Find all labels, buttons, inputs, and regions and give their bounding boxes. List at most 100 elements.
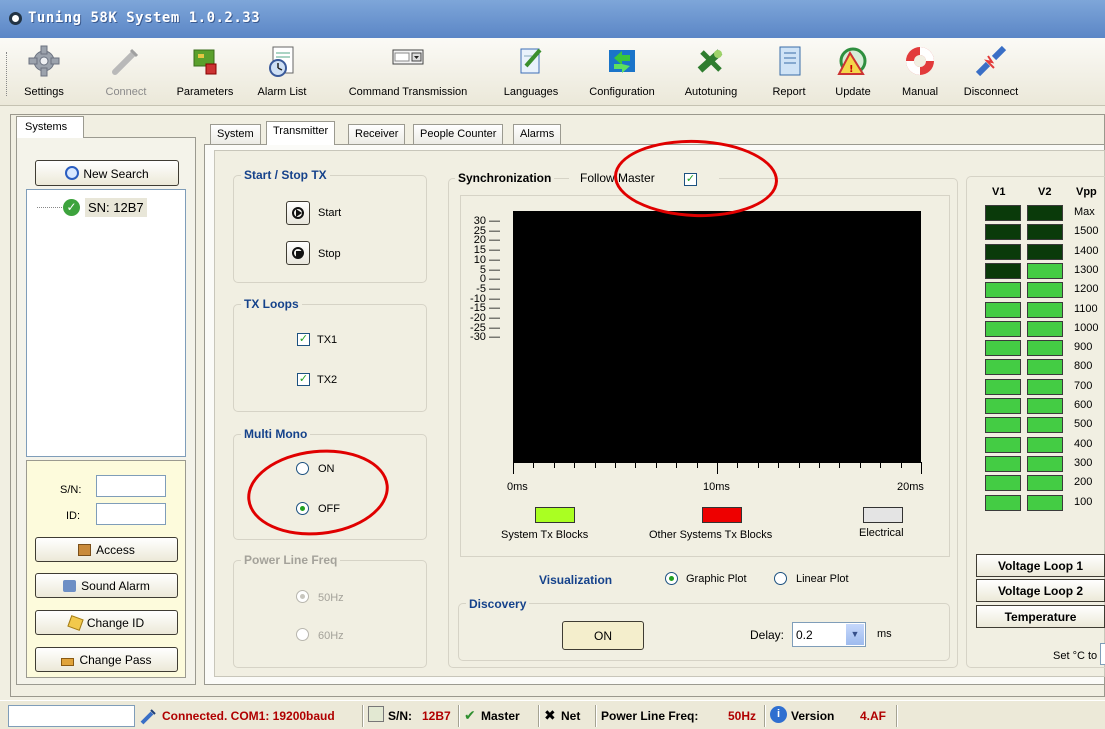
delay-unit: ms [877,628,892,640]
tab-receiver[interactable]: Receiver [348,124,406,144]
status-net: Net [561,709,581,723]
vpp-level-label: 800 [1074,360,1093,373]
stop-button[interactable] [286,241,310,265]
update-icon: ! [837,47,867,75]
status-master: Master [481,709,520,723]
toolbar-grip[interactable] [6,52,9,96]
search-icon [65,166,80,180]
power-60hz-label: 60Hz [318,630,344,642]
lifebuoy-icon [906,47,934,75]
v2-bar-cell [1027,475,1063,492]
v2-bar-cell [1027,262,1063,279]
languages-button[interactable]: Languages [496,44,566,102]
manual-button[interactable]: Manual [894,44,946,102]
tab-alarms[interactable]: Alarms [513,124,562,144]
tree-item-system[interactable]: SN: 12B7 [85,198,147,217]
legend-swatch-other [702,507,742,523]
parameters-button[interactable]: Parameters [170,44,240,102]
start-button[interactable] [286,201,310,225]
sn-field[interactable] [96,475,166,497]
set-temperature-field[interactable] [1100,643,1105,665]
tab-systems[interactable]: Systems [16,116,84,138]
v2-bar-cell [1027,243,1063,260]
chevron-down-icon[interactable]: ▼ [846,624,864,645]
connect-button[interactable]: Connect [98,44,154,102]
change-pass-button[interactable]: Change Pass [35,647,178,672]
v2-bar-cell [1027,398,1063,414]
x-tick [778,462,780,468]
delay-select[interactable]: 0.2 ▼ [792,622,866,647]
sound-alarm-button[interactable]: Sound Alarm [35,573,178,598]
x-tick [859,462,861,468]
tab-people-counter[interactable]: People Counter [413,124,504,144]
x-tick-label: 20ms [897,481,924,493]
x-tick [900,462,902,468]
alarm-list-button[interactable]: Alarm List [256,44,308,102]
vpp-level-label: 400 [1074,437,1093,450]
status-sn-label: S/N: [388,709,412,723]
status-input[interactable] [8,705,135,727]
app-icon [9,12,22,25]
visualization-label: Visualization [539,573,613,587]
power-50hz-label: 50Hz [318,592,344,604]
discovery-title: Discovery [466,597,530,611]
tree-connector [37,207,62,208]
speaker-icon [63,580,77,592]
status-connected: Connected. COM1: 19200baud [162,709,335,723]
power-50hz-radio[interactable] [296,590,309,603]
command-transmission-button[interactable]: Command Transmission [338,44,478,102]
door-icon [78,544,92,556]
new-search-button[interactable]: New Search [35,160,179,186]
x-tick [880,462,882,468]
legend-label-other: Other Systems Tx Blocks [649,529,773,541]
tx2-checkbox[interactable]: ✓ [297,373,310,386]
tx-loops-title: TX Loops [241,297,302,311]
info-icon: i [770,706,787,723]
vpp-level-label: 1100 [1074,302,1098,315]
report-button[interactable]: Report [764,44,814,102]
master-check-icon: ✔ [464,707,476,723]
v2-bar-cell [1027,417,1063,434]
autotuning-button[interactable]: Autotuning [680,44,742,102]
gear-icon [28,45,60,77]
plug-connected-icon [140,709,156,725]
settings-button[interactable]: Settings [18,44,70,102]
languages-icon [520,48,542,74]
access-button[interactable]: Access [35,537,178,562]
discovery-on-button[interactable]: ON [562,621,644,650]
temperature-button[interactable]: Temperature [976,605,1105,628]
configuration-button[interactable]: Configuration [582,44,662,102]
systems-tree[interactable]: ✓ SN: 12B7 [26,189,186,457]
vpp-level-label: 100 [1074,495,1093,508]
v1-bar-cell [985,320,1021,337]
start-label: Start [318,207,342,219]
vpp-level-label: 600 [1074,399,1093,411]
update-button[interactable]: ! Update [828,44,878,102]
id-field[interactable] [96,503,166,525]
change-id-button[interactable]: Change ID [35,610,178,635]
v2-bar-cell [1027,282,1063,299]
multi-mono-title: Multi Mono [241,427,311,441]
vpp-level-label: 700 [1074,379,1093,392]
voltage-loop-1-button[interactable]: Voltage Loop 1 [976,554,1105,577]
disconnect-button[interactable]: Disconnect [960,44,1022,102]
linear-plot-radio[interactable] [774,572,787,585]
x-tick-label: 0ms [507,481,528,493]
v2-bar-cell [1027,378,1063,395]
v2-bar-cell [1027,205,1063,221]
x-tick [798,462,800,468]
power-line-group [233,560,427,668]
sn-label: S/N: [60,484,82,496]
command-transmission-icon [392,49,424,65]
tab-transmitter[interactable]: Transmitter [266,121,336,145]
vpp-level-label: 1300 [1074,263,1099,276]
tx1-checkbox[interactable]: ✓ [297,333,310,346]
vpp-level-label: 200 [1074,476,1093,489]
tab-system[interactable]: System [210,124,261,144]
vpp-level-label: Max [1074,206,1095,218]
voltage-loop-2-button[interactable]: Voltage Loop 2 [976,579,1105,602]
v1-bar-cell [985,282,1021,299]
v2-bar-cell [1027,455,1063,472]
graphic-plot-radio[interactable] [665,572,678,585]
power-60hz-radio[interactable] [296,628,309,641]
